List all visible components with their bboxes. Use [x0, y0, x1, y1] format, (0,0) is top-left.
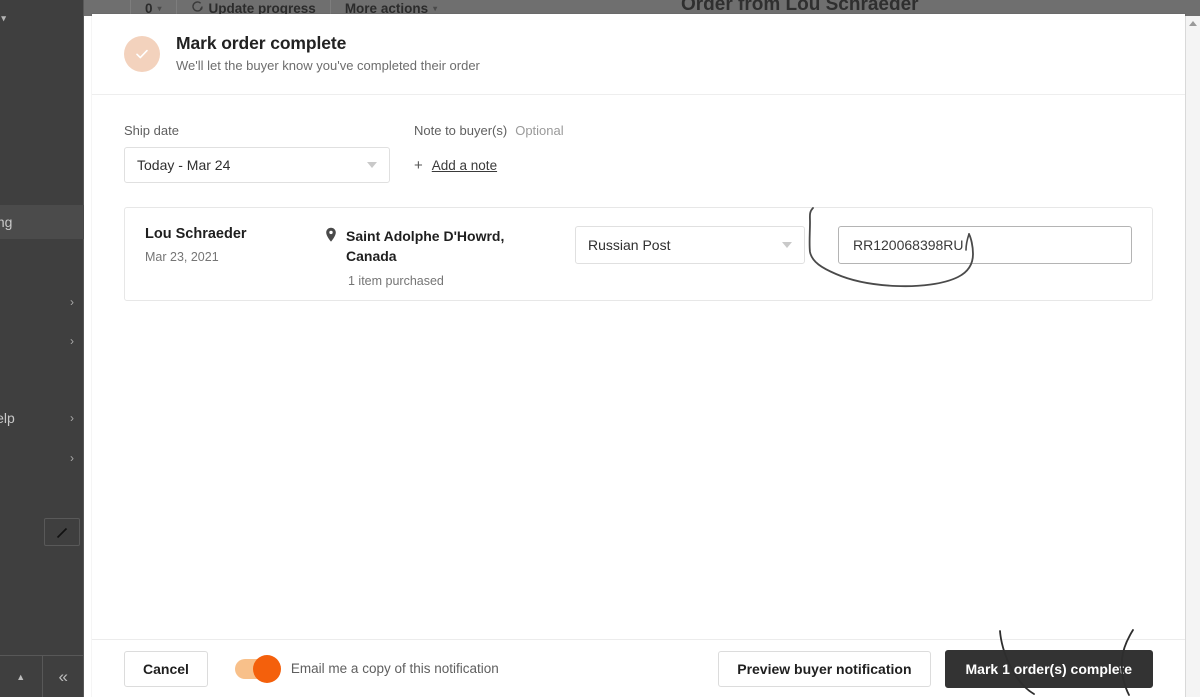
- tracking-block: [838, 226, 1132, 264]
- chevron-down-icon: ▾: [433, 3, 438, 13]
- background-scrollbar[interactable]: [1185, 16, 1200, 697]
- add-note-button[interactable]: + Add a note: [414, 147, 564, 183]
- cancel-button[interactable]: Cancel: [124, 650, 208, 687]
- sidebar-edit-button[interactable]: [44, 518, 80, 546]
- email-copy-toggle-group: Email me a copy of this notification: [234, 654, 499, 683]
- chevron-right-icon: ›: [70, 295, 74, 309]
- tracking-number-input[interactable]: [838, 226, 1132, 264]
- sidebar-bottom-bar: ▲ «: [0, 655, 84, 697]
- carrier-block: Russian Post: [575, 226, 805, 264]
- mark-orders-complete-button[interactable]: Mark 1 order(s) complete: [944, 649, 1153, 688]
- buyer-name: Lou Schraeder: [145, 226, 247, 242]
- modal-header: Mark order complete We'll let the buyer …: [92, 14, 1185, 95]
- sidebar-item-label: Help: [0, 410, 15, 426]
- add-note-label: Add a note: [431, 157, 498, 173]
- pencil-icon: [55, 525, 70, 540]
- sidebar-item-2[interactable]: ›: [0, 285, 84, 319]
- sidebar-collapse-button[interactable]: «: [41, 656, 85, 697]
- footer-actions: Preview buyer notification Mark 1 order(…: [718, 649, 1153, 688]
- chevron-right-icon: ›: [70, 451, 74, 465]
- carrier-select[interactable]: Russian Post: [575, 226, 805, 264]
- order-row: Lou Schraeder Mar 23, 2021 Saint Adolphe…: [124, 207, 1153, 301]
- sidebar-scroll-up-button[interactable]: ▲: [0, 656, 42, 697]
- items-purchased: 1 item purchased: [348, 273, 444, 288]
- check-circle-icon: [124, 36, 160, 72]
- shipping-address: Saint Adolphe D'Howrd, Canada: [346, 228, 505, 264]
- chevron-right-icon: ›: [70, 411, 74, 425]
- sidebar-brand[interactable]: ger ▾: [0, 10, 6, 27]
- page-title: Mark order complete: [176, 33, 347, 54]
- sidebar-item-label: ping: [0, 214, 13, 230]
- chevron-right-icon: ›: [70, 334, 74, 348]
- note-optional-tag: Optional: [515, 123, 564, 138]
- chevron-down-icon: ▾: [157, 3, 162, 13]
- chevron-down-icon: [782, 242, 792, 248]
- sidebar-item-5[interactable]: ›: [0, 441, 84, 475]
- order-date: Mar 23, 2021: [145, 250, 219, 264]
- order-buyer-block: Lou Schraeder Mar 23, 2021: [145, 226, 325, 264]
- email-copy-label: Email me a copy of this notification: [290, 661, 499, 676]
- ship-date-label: Ship date: [124, 123, 179, 138]
- preview-buyer-notification-button[interactable]: Preview buyer notification: [718, 650, 931, 687]
- toggle-knob: [252, 654, 281, 683]
- modal-subtitle: We'll let the buyer know you've complete…: [176, 58, 480, 74]
- sidebar-item-help[interactable]: Help ›: [0, 401, 84, 435]
- modal-body: Ship date Today - Mar 24 Note to buyer(s…: [92, 95, 1185, 639]
- note-label: Note to buyer(s) Optional: [414, 123, 564, 138]
- location-pin-icon: [325, 227, 337, 248]
- top-fields-row: Ship date Today - Mar 24 Note to buyer(s…: [124, 123, 1153, 183]
- ship-date-block: Ship date Today - Mar 24: [124, 123, 390, 183]
- background-sidebar: ger ▾ ping › › Help › ›: [0, 0, 84, 697]
- carrier-value: Russian Post: [588, 237, 671, 253]
- email-copy-toggle[interactable]: [234, 654, 281, 683]
- modal-footer: Cancel Email me a copy of this notificat…: [92, 639, 1185, 697]
- scroll-up-arrow-icon[interactable]: [1189, 21, 1197, 26]
- note-block: Note to buyer(s) Optional + Add a note: [414, 123, 564, 183]
- chevron-down-icon: ▾: [1, 13, 6, 23]
- order-address-block: Saint Adolphe D'Howrd, Canada 1 item pur…: [325, 226, 575, 288]
- ship-date-select[interactable]: Today - Mar 24: [124, 147, 390, 183]
- sidebar-item-3[interactable]: ›: [0, 324, 84, 358]
- sidebar-item-shipping[interactable]: ping: [0, 205, 84, 239]
- mark-order-complete-modal: Mark order complete We'll let the buyer …: [92, 14, 1185, 697]
- chevron-down-icon: [367, 162, 377, 168]
- plus-icon: +: [414, 156, 423, 174]
- ship-date-value: Today - Mar 24: [137, 157, 231, 173]
